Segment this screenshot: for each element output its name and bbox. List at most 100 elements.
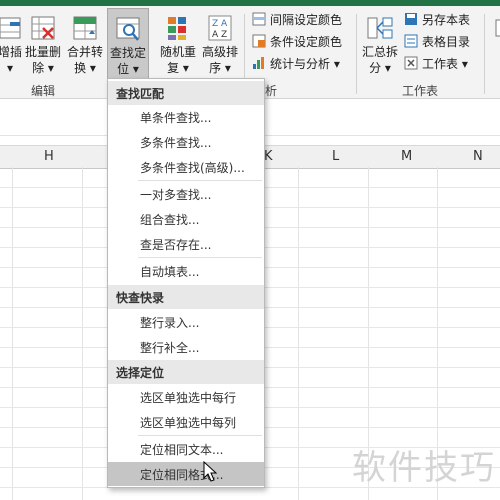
batch-delete-label-2: 除 ▾ <box>32 61 54 75</box>
group-separator <box>484 14 485 94</box>
menu-item-locate-same-format[interactable]: 定位相同格式... <box>108 462 264 486</box>
menu-item-label: 多条件查找... <box>140 136 212 150</box>
worksheet-icon <box>404 56 418 70</box>
save-as-sheet-button[interactable]: 另存本表 <box>404 10 470 30</box>
menu-divider <box>138 435 262 436</box>
menu-item-label: 选区单独选中每行 <box>140 391 237 405</box>
column-header-k[interactable]: K <box>264 149 273 164</box>
batch-delete-button[interactable]: 批量删 除 ▾ <box>24 14 62 76</box>
interval-color-label: 间隔设定颜色 <box>270 13 343 27</box>
find-locate-dropdown-menu: 查找匹配 单条件查找... 多条件查找... 多条件查找(高级)... 一对多查… <box>107 78 265 488</box>
interval-color-button[interactable]: 间隔设定颜色 <box>252 10 342 30</box>
insert-icon <box>0 14 24 42</box>
menu-item-select-each-row[interactable]: 选区单独选中每行 <box>108 385 264 409</box>
merge-convert-icon <box>71 14 99 42</box>
interval-color-icon <box>252 12 266 26</box>
menu-divider <box>138 257 262 258</box>
menu-item-label: 选区单独选中每列 <box>140 416 237 430</box>
menu-item-label: 整行录入... <box>140 316 200 330</box>
find-locate-label-2: 位 ▾ <box>117 62 139 76</box>
sort-az-icon: Z AA Z <box>206 14 234 42</box>
condition-color-icon <box>252 34 266 48</box>
column-header-m[interactable]: M <box>401 149 412 164</box>
summary-split-icon <box>366 14 394 42</box>
batch-delete-icon <box>29 14 57 42</box>
menu-item-single-condition-find[interactable]: 单条件查找... <box>108 105 264 129</box>
menu-section-label: 查找匹配 <box>116 87 165 101</box>
menu-item-label: 整行补全... <box>140 341 200 355</box>
sheet-directory-icon <box>404 34 418 48</box>
advanced-sort-label-1: 高级排 <box>201 45 238 59</box>
random-repeat-label-1: 随机重 <box>159 45 196 59</box>
column-header-l[interactable]: L <box>332 149 339 164</box>
worksheet-button[interactable]: 工作表 ▾ <box>404 54 468 74</box>
watermark-text: 软件技巧 <box>352 448 496 488</box>
save-as-sheet-label: 另存本表 <box>422 13 471 27</box>
menu-section-label: 快查快录 <box>116 291 165 305</box>
menu-item-locate-same-text[interactable]: 定位相同文本... <box>108 437 264 461</box>
insert-label: 增插 <box>0 45 22 59</box>
save-as-sheet-icon <box>404 12 418 26</box>
menu-item-check-exists[interactable]: 查是否存在... <box>108 232 264 256</box>
insert-button[interactable]: 增插 ▾ <box>0 14 24 76</box>
random-repeat-label-2: 复 ▾ <box>167 61 189 75</box>
condition-color-label: 条件设定颜色 <box>270 35 343 49</box>
stats-analysis-icon <box>252 56 266 70</box>
menu-section-label: 选择定位 <box>116 366 165 380</box>
menu-item-row-entry[interactable]: 整行录入... <box>108 310 264 334</box>
svg-text:A Z: A Z <box>212 30 227 40</box>
insert-caret: ▾ <box>6 61 14 75</box>
menu-divider <box>138 180 262 181</box>
menu-item-label: 定位相同文本... <box>140 443 224 457</box>
column-header-n[interactable]: N <box>473 149 483 164</box>
group-label-analysis: 析 <box>265 84 278 98</box>
menu-item-label: 单条件查找... <box>140 111 212 125</box>
random-repeat-button[interactable]: 随机重 复 ▾ <box>158 14 198 76</box>
find-locate-icon <box>114 15 142 43</box>
batch-delete-label-1: 批量删 <box>24 45 61 59</box>
advanced-sort-label-2: 序 ▾ <box>209 61 231 75</box>
menu-item-multi-condition-find-advanced[interactable]: 多条件查找(高级)... <box>108 155 264 179</box>
merge-convert-button[interactable]: 合并转 换 ▾ <box>66 14 104 76</box>
menu-item-combined-find[interactable]: 组合查找... <box>108 207 264 231</box>
menu-item-auto-fill-form[interactable]: 自动填表... <box>108 259 264 283</box>
advanced-sort-button[interactable]: Z AA Z 高级排 序 ▾ <box>200 14 240 76</box>
grid-line <box>298 167 299 500</box>
grid-line <box>82 167 83 500</box>
group-label-edit: 编辑 <box>31 84 56 98</box>
mouse-cursor-icon <box>203 460 219 483</box>
menu-item-row-complete[interactable]: 整行补全... <box>108 335 264 359</box>
menu-item-label: 查是否存在... <box>140 238 212 252</box>
group-separator <box>356 14 357 94</box>
find-locate-button[interactable]: 查找定 位 ▾ <box>107 8 149 80</box>
menu-section-header: 查找匹配 <box>108 81 264 105</box>
merge-convert-label-2: 换 ▾ <box>74 61 96 75</box>
merge-convert-label-1: 合并转 <box>66 45 103 59</box>
menu-item-label: 一对多查找... <box>140 188 212 202</box>
partial-ribbon-button[interactable] <box>490 14 500 44</box>
menu-item-label: 多条件查找(高级)... <box>140 161 245 175</box>
random-repeat-icon <box>164 14 192 42</box>
grid-line <box>12 167 13 500</box>
sheet-directory-label: 表格目录 <box>422 35 471 49</box>
summary-split-button[interactable]: 汇总拆 分 ▾ <box>360 14 400 76</box>
menu-item-multi-condition-find[interactable]: 多条件查找... <box>108 130 264 154</box>
find-locate-label-1: 查找定 <box>109 46 146 60</box>
menu-item-label: 组合查找... <box>140 213 200 227</box>
condition-color-button[interactable]: 条件设定颜色 <box>252 32 342 52</box>
worksheet-label: 工作表 ▾ <box>422 57 468 71</box>
menu-section-header: 选择定位 <box>108 360 264 384</box>
menu-section-header: 快查快录 <box>108 285 264 309</box>
stats-analysis-label: 统计与分析 ▾ <box>270 57 340 71</box>
partial-ribbon-icon <box>495 14 500 42</box>
menu-item-label: 自动填表... <box>140 265 200 279</box>
column-header-h[interactable]: H <box>44 149 54 164</box>
summary-split-label-1: 汇总拆 <box>361 45 398 59</box>
menu-item-one-to-many-find[interactable]: 一对多查找... <box>108 182 264 206</box>
menu-item-select-each-column[interactable]: 选区单独选中每列 <box>108 410 264 434</box>
summary-split-label-2: 分 ▾ <box>369 61 391 75</box>
svg-text:Z A: Z A <box>212 19 228 29</box>
sheet-directory-button[interactable]: 表格目录 <box>404 32 470 52</box>
stats-analysis-button[interactable]: 统计与分析 ▾ <box>252 54 340 74</box>
group-label-worksheet: 工作表 <box>402 84 439 98</box>
